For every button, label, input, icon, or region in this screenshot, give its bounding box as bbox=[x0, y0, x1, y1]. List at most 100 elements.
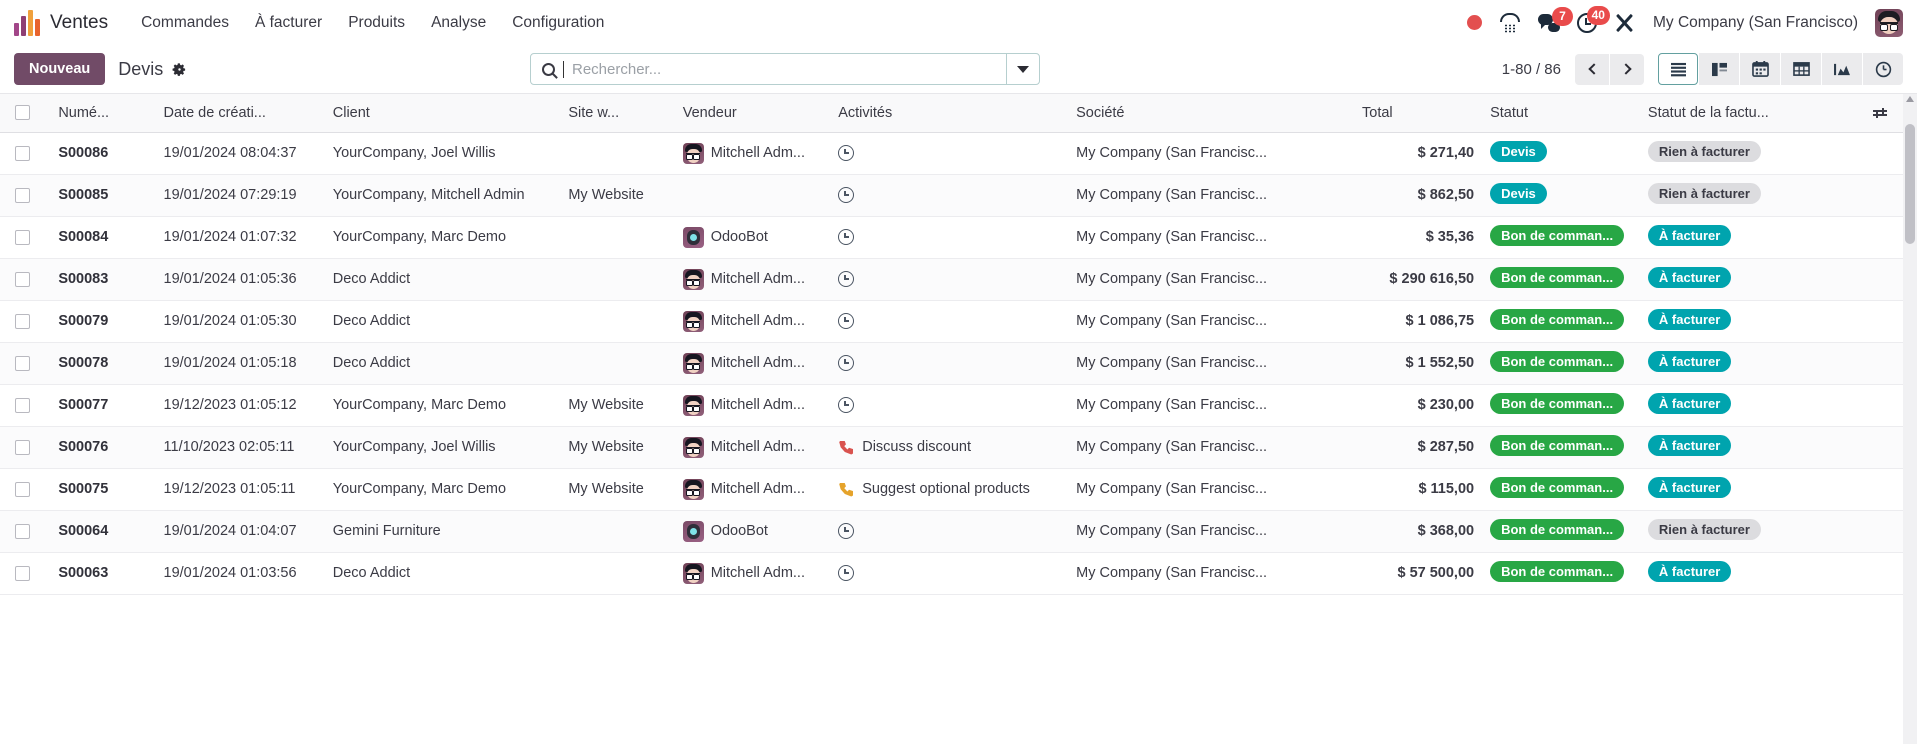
cell-status[interactable]: Bon de comman... bbox=[1482, 552, 1640, 595]
cell-creation-date[interactable]: 19/01/2024 01:07:32 bbox=[155, 216, 325, 259]
cell-company[interactable]: My Company (San Francisc... bbox=[1068, 510, 1355, 553]
row-select-cell[interactable] bbox=[0, 468, 51, 511]
column-header-salesperson[interactable]: Vendeur bbox=[674, 94, 831, 133]
cell-total[interactable]: $ 862,50 bbox=[1354, 174, 1483, 217]
cell-company[interactable]: My Company (San Francisc... bbox=[1068, 384, 1355, 427]
cell-salesperson[interactable]: Mitchell Adm... bbox=[674, 384, 831, 427]
cell-status[interactable]: Bon de comman... bbox=[1482, 342, 1640, 385]
table-row[interactable]: S00076 11/10/2023 02:05:11 YourCompany, Jo… bbox=[0, 426, 1903, 469]
clock-icon[interactable] bbox=[838, 229, 855, 245]
row-select-cell[interactable] bbox=[0, 300, 51, 343]
cell-order-number[interactable]: S00083 bbox=[50, 258, 156, 301]
menu-produits[interactable]: Produits bbox=[335, 8, 418, 38]
row-select-cell[interactable] bbox=[0, 258, 51, 301]
cell-company[interactable]: My Company (San Francisc... bbox=[1068, 132, 1355, 175]
user-avatar[interactable] bbox=[1875, 8, 1903, 37]
column-options-header[interactable] bbox=[1857, 94, 1903, 133]
clock-icon[interactable] bbox=[838, 187, 855, 203]
search-bar[interactable]: Rechercher... bbox=[530, 53, 1040, 85]
cell-activities[interactable] bbox=[830, 132, 1069, 175]
cell-status[interactable]: Bon de comman... bbox=[1482, 510, 1640, 553]
cell-invoice-status[interactable]: À facturer bbox=[1639, 468, 1858, 511]
cell-client[interactable]: YourCompany, Marc Demo bbox=[324, 384, 561, 427]
cell-client[interactable]: YourCompany, Joel Willis bbox=[324, 132, 561, 175]
cell-client[interactable]: YourCompany, Marc Demo bbox=[324, 216, 561, 259]
cell-company[interactable]: My Company (San Francisc... bbox=[1068, 174, 1355, 217]
cell-company[interactable]: My Company (San Francisc... bbox=[1068, 468, 1355, 511]
cell-status[interactable]: Bon de comman... bbox=[1482, 426, 1640, 469]
cell-salesperson[interactable]: Mitchell Adm... bbox=[674, 132, 831, 175]
cell-website[interactable]: My Website bbox=[560, 426, 675, 469]
clock-icon[interactable] bbox=[838, 397, 855, 413]
cell-creation-date[interactable]: 11/10/2023 02:05:11 bbox=[155, 426, 325, 469]
cell-total[interactable]: $ 35,36 bbox=[1354, 216, 1483, 259]
cell-company[interactable]: My Company (San Francisc... bbox=[1068, 342, 1355, 385]
cell-website[interactable] bbox=[560, 342, 675, 385]
cell-client[interactable]: Deco Addict bbox=[324, 258, 561, 301]
column-header-website[interactable]: Site w... bbox=[560, 94, 675, 133]
cell-order-number[interactable]: S00078 bbox=[50, 342, 156, 385]
row-checkbox[interactable] bbox=[15, 397, 30, 413]
cell-status[interactable]: Devis bbox=[1482, 132, 1640, 175]
cell-creation-date[interactable]: 19/01/2024 01:05:18 bbox=[155, 342, 325, 385]
cell-total[interactable]: $ 287,50 bbox=[1354, 426, 1483, 469]
view-button-calendar[interactable] bbox=[1740, 53, 1780, 85]
cell-company[interactable]: My Company (San Francisc... bbox=[1068, 426, 1355, 469]
cell-website[interactable] bbox=[560, 258, 675, 301]
cell-company[interactable]: My Company (San Francisc... bbox=[1068, 552, 1355, 595]
cell-invoice-status[interactable]: À facturer bbox=[1639, 552, 1858, 595]
clock-icon[interactable] bbox=[838, 313, 855, 329]
cell-creation-date[interactable]: 19/01/2024 01:03:56 bbox=[155, 552, 325, 595]
row-select-cell[interactable] bbox=[0, 132, 51, 175]
table-row[interactable]: S00085 19/01/2024 07:29:19 YourCompany, Mi… bbox=[0, 174, 1903, 217]
column-header-total[interactable]: Total bbox=[1354, 94, 1483, 133]
clock-icon[interactable] bbox=[838, 523, 855, 539]
pager-next-button[interactable] bbox=[1610, 53, 1644, 85]
cell-salesperson[interactable]: Mitchell Adm... bbox=[674, 426, 831, 469]
view-button-kanban[interactable] bbox=[1699, 53, 1739, 85]
cell-creation-date[interactable]: 19/01/2024 07:29:19 bbox=[155, 174, 325, 217]
cell-salesperson[interactable]: Mitchell Adm... bbox=[674, 342, 831, 385]
cell-total[interactable]: $ 57 500,00 bbox=[1354, 552, 1483, 595]
phone-icon[interactable] bbox=[1499, 12, 1521, 33]
menu-configuration[interactable]: Configuration bbox=[499, 8, 617, 38]
cell-activities[interactable] bbox=[830, 510, 1069, 553]
cell-activities[interactable]: Suggest optional products bbox=[830, 468, 1069, 511]
cell-creation-date[interactable]: 19/12/2023 01:05:12 bbox=[155, 384, 325, 427]
cell-total[interactable]: $ 115,00 bbox=[1354, 468, 1483, 511]
chat-icon[interactable]: 7 bbox=[1537, 6, 1573, 32]
clock-icon[interactable] bbox=[838, 565, 855, 581]
row-checkbox[interactable] bbox=[15, 313, 30, 329]
cell-salesperson[interactable] bbox=[674, 174, 831, 217]
clock-icon[interactable] bbox=[838, 355, 855, 371]
cell-total[interactable]: $ 1 086,75 bbox=[1354, 300, 1483, 343]
cell-activities[interactable] bbox=[830, 258, 1069, 301]
cell-invoice-status[interactable]: À facturer bbox=[1639, 216, 1858, 259]
column-header-date[interactable]: Date de créati... bbox=[155, 94, 325, 133]
cell-salesperson[interactable]: Mitchell Adm... bbox=[674, 258, 831, 301]
row-select-cell[interactable] bbox=[0, 426, 51, 469]
menu-commandes[interactable]: Commandes bbox=[128, 8, 242, 38]
view-button-pivot[interactable] bbox=[1781, 53, 1821, 85]
cell-order-number[interactable]: S00086 bbox=[50, 132, 156, 175]
row-select-cell[interactable] bbox=[0, 510, 51, 553]
table-row[interactable]: S00086 19/01/2024 08:04:37 YourCompany, Jo… bbox=[0, 132, 1903, 175]
cell-activities[interactable] bbox=[830, 300, 1069, 343]
cell-invoice-status[interactable]: Rien à facturer bbox=[1639, 174, 1858, 217]
row-checkbox[interactable] bbox=[15, 145, 30, 161]
column-header-number[interactable]: Numé... bbox=[50, 94, 156, 133]
cell-status[interactable]: Bon de comman... bbox=[1482, 258, 1640, 301]
table-row[interactable]: S00063 19/01/2024 01:03:56 Deco Addict Mitc… bbox=[0, 552, 1903, 595]
view-button-list[interactable] bbox=[1658, 53, 1698, 85]
cell-order-number[interactable]: S00063 bbox=[50, 552, 156, 595]
view-button-activity[interactable] bbox=[1863, 53, 1903, 85]
cell-activities[interactable] bbox=[830, 174, 1069, 217]
cell-client[interactable]: YourCompany, Mitchell Admin bbox=[324, 174, 561, 217]
cell-activities[interactable] bbox=[830, 342, 1069, 385]
cell-total[interactable]: $ 290 616,50 bbox=[1354, 258, 1483, 301]
view-button-graph[interactable] bbox=[1822, 53, 1862, 85]
pager-counter[interactable]: 1-80 / 86 bbox=[1502, 61, 1561, 78]
cell-salesperson[interactable]: OdooBot bbox=[674, 216, 831, 259]
cell-salesperson[interactable]: OdooBot bbox=[674, 510, 831, 553]
search-dropdown-toggle[interactable] bbox=[1006, 54, 1039, 84]
